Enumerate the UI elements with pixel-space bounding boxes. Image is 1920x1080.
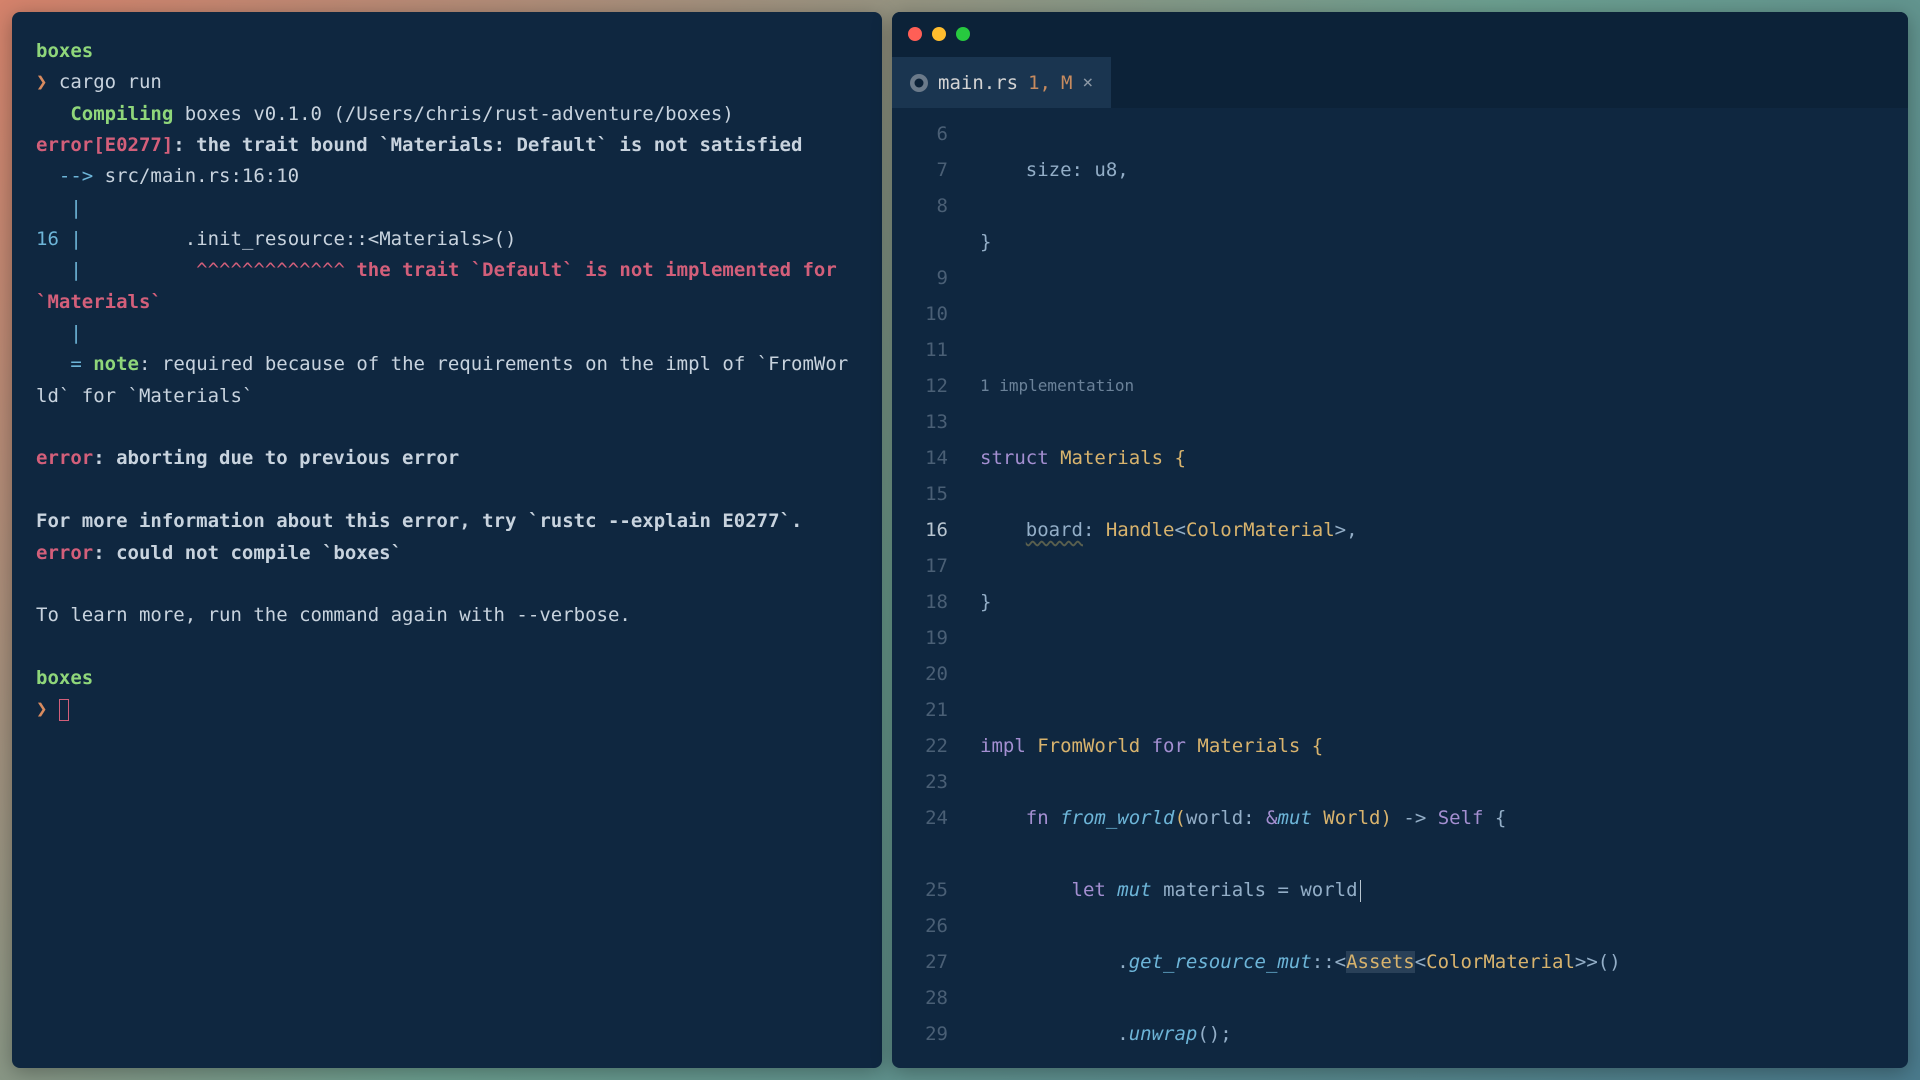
maximize-window-button[interactable] bbox=[956, 27, 970, 41]
code-line: struct Materials { bbox=[980, 440, 1908, 476]
compiling-label: Compiling bbox=[70, 103, 173, 125]
abort-label: error bbox=[36, 447, 93, 469]
codelens-implementations[interactable]: 1 implementation bbox=[980, 368, 1908, 404]
close-window-button[interactable] bbox=[908, 27, 922, 41]
code-line: size: u8, bbox=[980, 152, 1908, 188]
line-number: 24 bbox=[892, 800, 962, 836]
code-line: board: Handle<ColorMaterial>, bbox=[980, 512, 1908, 548]
line-number: 20 bbox=[892, 656, 962, 692]
code-line: } bbox=[980, 224, 1908, 260]
tab-modified-indicator: M bbox=[1061, 72, 1072, 94]
line-number: 14 bbox=[892, 440, 962, 476]
pipe: | bbox=[70, 197, 81, 219]
line-number: 16 bbox=[892, 512, 962, 548]
close-tab-button[interactable]: × bbox=[1082, 72, 1093, 93]
line-number: 23 bbox=[892, 764, 962, 800]
minimize-window-button[interactable] bbox=[932, 27, 946, 41]
line-number: 12 bbox=[892, 368, 962, 404]
trait-msg: the trait `Default` is not implemented f… bbox=[36, 259, 848, 312]
line-number: 19 bbox=[892, 620, 962, 656]
code-line bbox=[980, 296, 1908, 332]
line-number: 11 bbox=[892, 332, 962, 368]
terminal-cwd: boxes bbox=[36, 40, 93, 62]
err-line-no: 16 bbox=[36, 228, 59, 250]
rust-file-icon bbox=[910, 74, 928, 92]
line-number: 10 bbox=[892, 296, 962, 332]
editor-cursor bbox=[1360, 880, 1361, 902]
window-titlebar bbox=[892, 12, 1908, 56]
code-line: .get_resource_mut::<Assets<ColorMaterial… bbox=[980, 944, 1908, 980]
line-number: 7 bbox=[892, 152, 962, 188]
code-content[interactable]: size: u8, } 1 implementation struct Mate… bbox=[962, 108, 1908, 1068]
terminal-prompt-2: ❯ bbox=[36, 698, 47, 720]
code-line bbox=[980, 656, 1908, 692]
line-number: 9 bbox=[892, 260, 962, 296]
line-number-gutter: 6 7 8 9 10 11 12 13 14 15 16 17 18 19 20… bbox=[892, 108, 962, 1068]
tab-problem-count: 1, bbox=[1028, 72, 1051, 94]
line-number: 17 bbox=[892, 548, 962, 584]
note-label: note bbox=[93, 353, 139, 375]
line-number: 28 bbox=[892, 980, 962, 1016]
terminal-cwd-2: boxes bbox=[36, 667, 93, 689]
tab-main-rs[interactable]: main.rs 1, M × bbox=[892, 56, 1111, 108]
compiling-rest: boxes v0.1.0 (/Users/chris/rust-adventur… bbox=[173, 103, 734, 125]
line-number: 22 bbox=[892, 728, 962, 764]
line-number: 18 bbox=[892, 584, 962, 620]
code-line: .unwrap(); bbox=[980, 1016, 1908, 1052]
line-number: 29 bbox=[892, 1016, 962, 1052]
editor-panel: main.rs 1, M × 6 7 8 9 10 11 12 13 14 15… bbox=[892, 12, 1908, 1068]
terminal-cursor[interactable] bbox=[59, 699, 69, 721]
error-message: : the trait bound `Materials: Default` i… bbox=[173, 134, 802, 156]
line-number: 6 bbox=[892, 116, 962, 152]
error-squiggle: ^^^^^^^^^^^^^ bbox=[196, 259, 345, 281]
line-number: 21 bbox=[892, 692, 962, 728]
line-number: 8 bbox=[892, 188, 962, 224]
err-code-snippet: .init_resource::<Materials>() bbox=[93, 228, 516, 250]
terminal-prompt: ❯ bbox=[36, 71, 47, 93]
info-explain: For more information about this error, t… bbox=[36, 510, 802, 532]
line-number: 13 bbox=[892, 404, 962, 440]
src-arrow: --> bbox=[59, 165, 93, 187]
code-editor[interactable]: 6 7 8 9 10 11 12 13 14 15 16 17 18 19 20… bbox=[892, 108, 1908, 1068]
learn-more: To learn more, run the command again wit… bbox=[36, 604, 631, 626]
error-code: error[E0277] bbox=[36, 134, 173, 156]
terminal-command: cargo run bbox=[59, 71, 162, 93]
line-number: 27 bbox=[892, 944, 962, 980]
terminal-panel[interactable]: boxes ❯ cargo run Compiling boxes v0.1.0… bbox=[12, 12, 882, 1068]
tab-bar: main.rs 1, M × bbox=[892, 56, 1908, 108]
abort-msg: : aborting due to previous error bbox=[93, 447, 459, 469]
code-line: fn from_world(world: &mut World) -> Self… bbox=[980, 800, 1908, 836]
line-number: 15 bbox=[892, 476, 962, 512]
codelens-spacer bbox=[892, 224, 962, 260]
compile-fail-msg: : could not compile `boxes` bbox=[93, 542, 402, 564]
code-line: } bbox=[980, 584, 1908, 620]
src-location: src/main.rs:16:10 bbox=[93, 165, 299, 187]
codelens-spacer bbox=[892, 836, 962, 872]
line-number: 25 bbox=[892, 872, 962, 908]
tab-filename: main.rs bbox=[938, 72, 1018, 94]
line-number: 26 bbox=[892, 908, 962, 944]
compile-fail-label: error bbox=[36, 542, 93, 564]
code-line: let mut materials = world bbox=[980, 872, 1908, 908]
note-msg: : required because of the requirements o… bbox=[36, 353, 848, 406]
code-line: impl FromWorld for Materials { bbox=[980, 728, 1908, 764]
